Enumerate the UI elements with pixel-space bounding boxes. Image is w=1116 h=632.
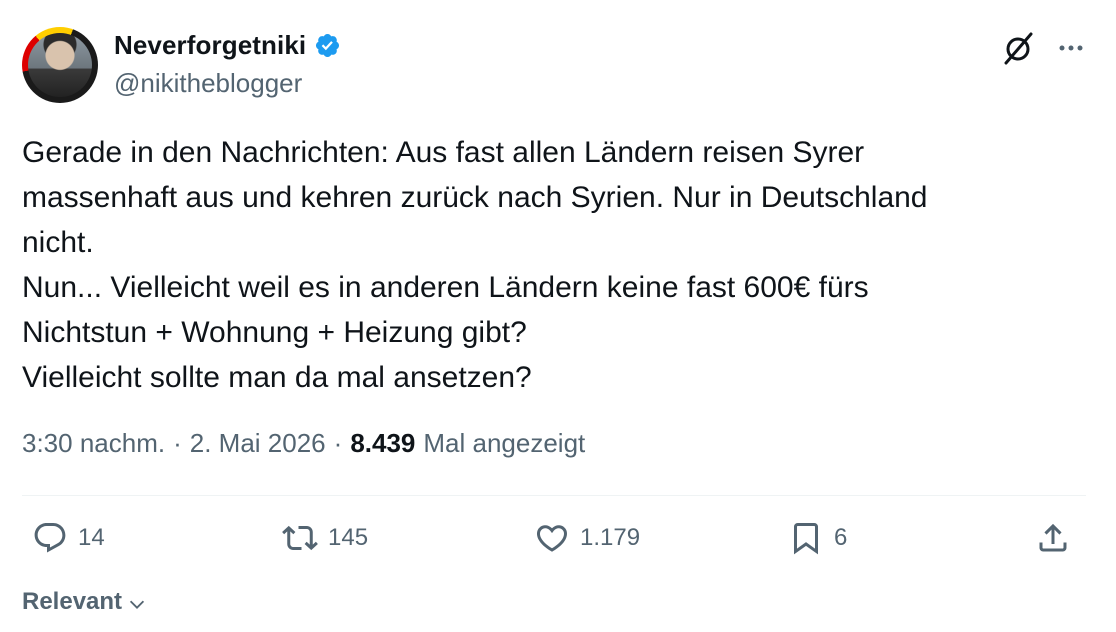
- like-count: 1.179: [580, 524, 641, 551]
- bookmark-button[interactable]: 6: [788, 520, 847, 556]
- views-count[interactable]: 8.439: [350, 428, 415, 459]
- grok-icon[interactable]: [1000, 30, 1036, 66]
- divider: [22, 495, 1086, 496]
- share-icon: [1039, 523, 1067, 552]
- chevron-down-icon: [129, 600, 145, 609]
- tweet-text: Gerade in den Nachrichten: Aus fast alle…: [22, 136, 928, 394]
- more-icon[interactable]: [1056, 33, 1086, 63]
- avatar-photo: [28, 33, 92, 97]
- tweet-time[interactable]: 3:30 nachm.: [22, 428, 165, 459]
- author-name-row: Neverforgetniki: [114, 30, 341, 61]
- views-label: Mal angezeigt: [423, 428, 586, 458]
- top-actions: [1000, 30, 1086, 66]
- action-bar: 14 145 1.179 6: [22, 520, 1086, 568]
- share-button[interactable]: [1035, 520, 1071, 556]
- tweet-date[interactable]: 2. Mai 2026: [190, 428, 326, 459]
- reply-button[interactable]: 14: [32, 520, 105, 556]
- author-handle[interactable]: @nikitheblogger: [114, 68, 302, 99]
- verified-badge-icon[interactable]: [314, 32, 341, 59]
- meta-separator: ·: [173, 428, 182, 458]
- meta-separator-2: ·: [333, 428, 343, 458]
- retweet-count: 145: [328, 524, 369, 551]
- retweet-button[interactable]: 145: [282, 520, 368, 556]
- reply-icon: [34, 523, 66, 553]
- reply-count: 14: [78, 524, 105, 551]
- avatar[interactable]: [22, 27, 98, 103]
- bookmark-icon: [794, 523, 818, 555]
- like-button[interactable]: 1.179: [534, 520, 640, 556]
- bookmark-count: 6: [834, 524, 848, 551]
- sort-dropdown[interactable]: Relevant: [22, 588, 148, 616]
- retweet-icon: [282, 525, 318, 551]
- tweet-meta: 3:30 nachm. · 2. Mai 2026 · 8.439 Mal an…: [22, 428, 585, 459]
- sort-label: Relevant: [22, 588, 123, 615]
- like-icon: [536, 525, 568, 552]
- author-display-name[interactable]: Neverforgetniki: [114, 30, 306, 61]
